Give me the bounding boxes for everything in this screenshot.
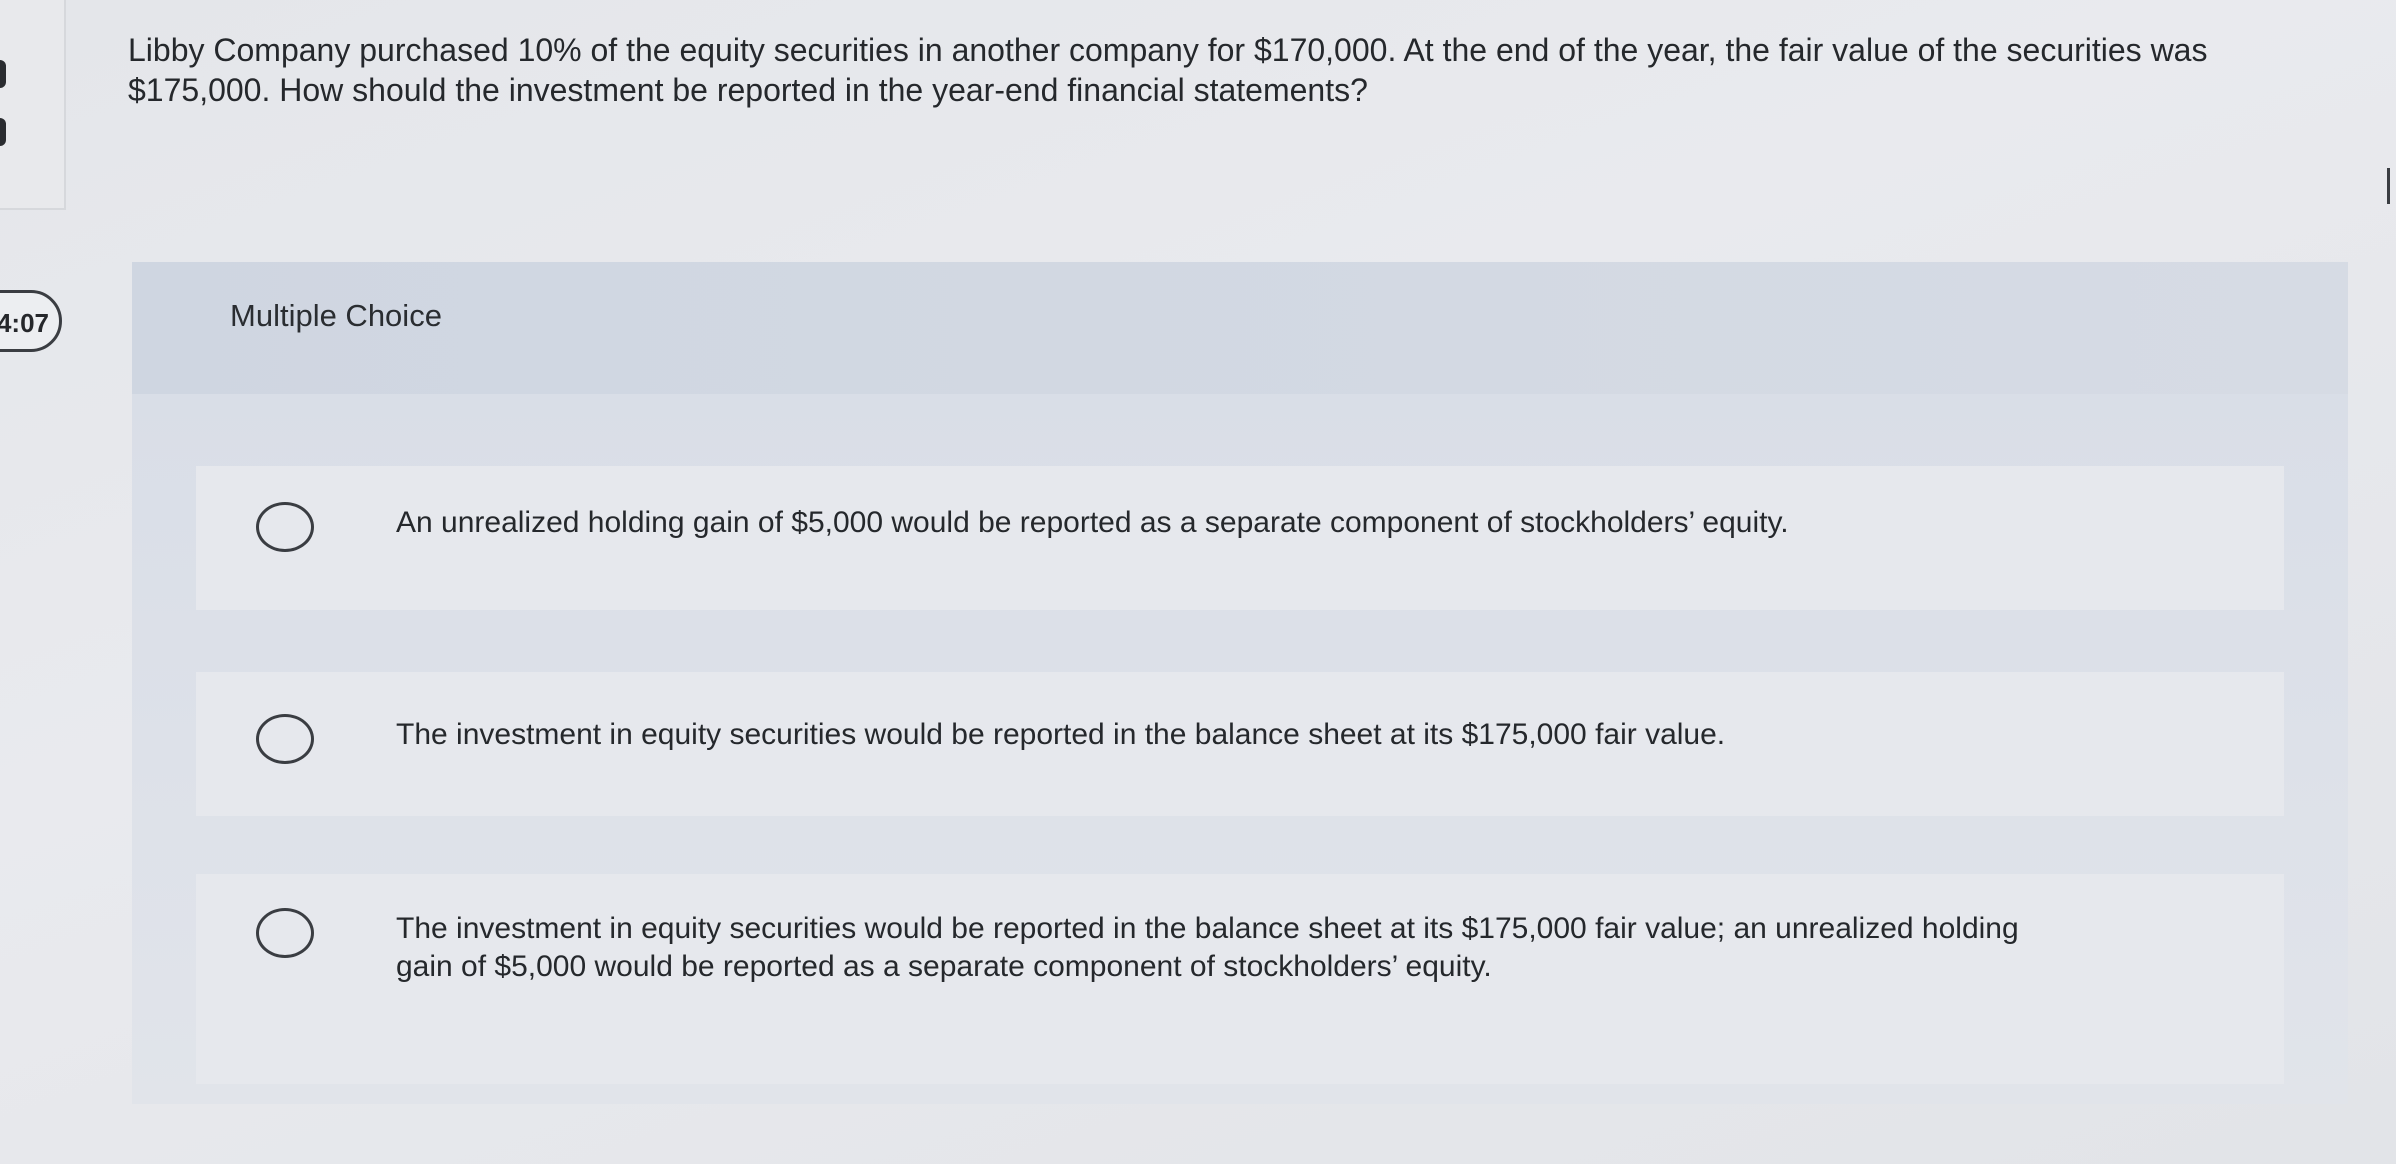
- timer-badge: 4:07: [0, 290, 62, 352]
- choice-option-2-label: The investment in equity securities woul…: [396, 718, 1726, 751]
- choice-option-1-label: An unrealized holding gain of $5,000 wou…: [396, 506, 1789, 539]
- left-dot-indicator: [0, 60, 6, 88]
- radio-button-2[interactable]: [256, 714, 314, 764]
- choice-option-3-label: The investment in equity securities woul…: [396, 912, 2019, 983]
- left-dot-indicator: [0, 118, 6, 146]
- choices-area: An unrealized holding gain of $5,000 wou…: [132, 394, 2348, 1104]
- choice-option-1[interactable]: An unrealized holding gain of $5,000 wou…: [196, 466, 2284, 610]
- right-edge-bracket-icon: [2387, 168, 2396, 204]
- choice-option-2[interactable]: The investment in equity securities woul…: [196, 672, 2284, 816]
- radio-button-1[interactable]: [256, 502, 314, 552]
- multiple-choice-header: Multiple Choice: [132, 262, 2348, 394]
- choice-option-3[interactable]: The investment in equity securities woul…: [196, 874, 2284, 1084]
- radio-button-3[interactable]: [256, 908, 314, 958]
- question-text: Libby Company purchased 10% of the equit…: [128, 32, 2208, 108]
- timer-text: 4:07: [0, 308, 49, 338]
- left-side-panel: [0, 0, 66, 210]
- multiple-choice-title: Multiple Choice: [230, 298, 442, 333]
